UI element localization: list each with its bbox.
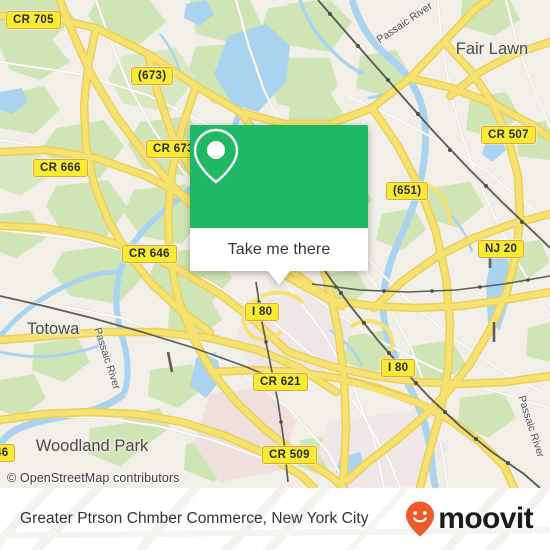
road-shield: CR 509 [262,446,317,464]
osm-attribution[interactable]: © OpenStreetMap contributors [7,471,180,485]
road-shield: CR 666 [33,159,88,177]
moovit-logo[interactable]: moovit [404,500,534,538]
road-shield: I 80 [381,359,416,377]
road-shield: NJ 20 [478,240,525,258]
road-shield: CR 621 [253,373,308,391]
map-canvas[interactable]: .grn{fill:#cfe5b5} .grn2{fill:#d8e8c2} .… [0,0,550,488]
take-me-there-label: Take me there [227,240,331,258]
popup-tail-pointer [268,271,290,285]
road-shield: (651) [386,182,429,200]
road-shield: CR 646 [122,245,177,263]
road-shield: I 80 [245,303,280,321]
popup-header [190,125,368,228]
road-shield: (673) [131,67,174,85]
location-pin-icon [193,128,239,184]
moovit-smiling-pin-icon [406,501,435,537]
destination-popup-card[interactable]: Take me there [190,125,368,285]
popup-action-bar[interactable]: Take me there [190,228,368,271]
road-shield: 46 [0,444,16,462]
road-shield: CR 705 [6,11,61,29]
map-screenshot: .grn{fill:#cfe5b5} .grn2{fill:#d8e8c2} .… [0,0,550,550]
road-shield: CR 507 [481,126,536,144]
footer-bar: Greater Ptrson Chmber Commerce, New York… [0,488,550,550]
moovit-wordmark: moovit [438,502,533,535]
place-label-totowa: Totowa [27,320,80,338]
location-title: Greater Ptrson Chmber Commerce, New York… [20,510,369,527]
